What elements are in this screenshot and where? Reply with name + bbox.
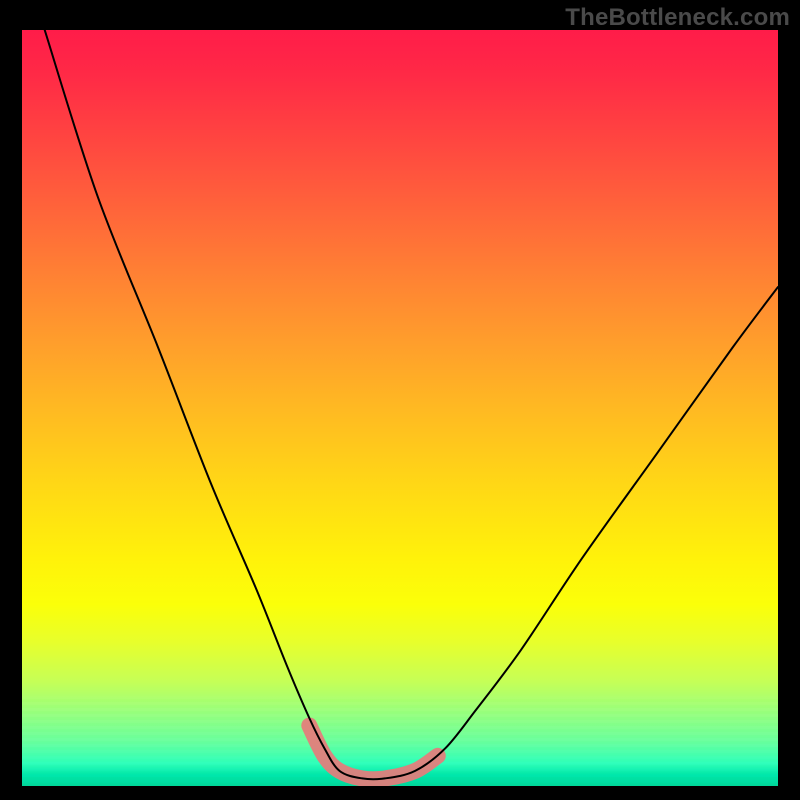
chart-stage: TheBottleneck.com: [0, 0, 800, 800]
curve-layer: [22, 30, 778, 786]
curve-line: [45, 30, 778, 779]
plot-area: [22, 30, 778, 786]
watermark-text: TheBottleneck.com: [565, 4, 790, 32]
curve-bottom-accent: [309, 726, 438, 780]
